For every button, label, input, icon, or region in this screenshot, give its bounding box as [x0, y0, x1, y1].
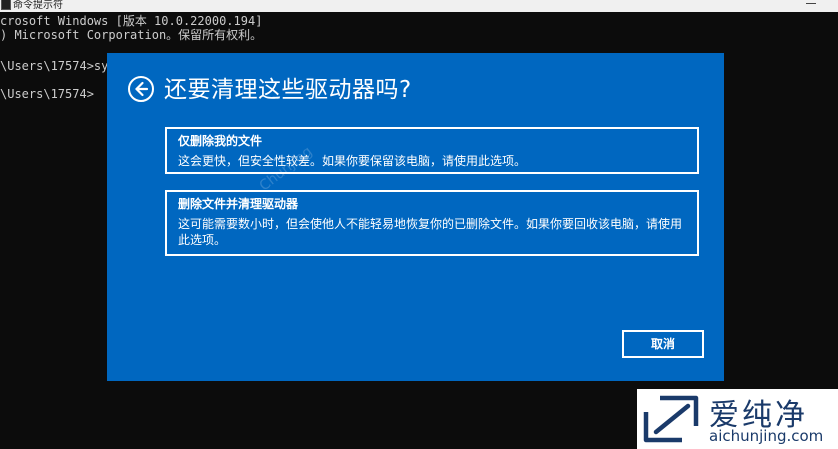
option-description: 这会更快，但安全性较差。如果你要保留该电脑，请使用此选项。: [178, 154, 527, 168]
option-title: 仅删除我的文件: [178, 134, 263, 148]
cancel-button[interactable]: 取消: [622, 330, 704, 358]
console-line-version: crosoft Windows [版本 10.0.22000.194]: [0, 14, 263, 28]
back-arrow-icon: [128, 76, 154, 102]
option-remove-and-clean-drive[interactable]: 删除文件并清理驱动器 这可能需要数小时，但会使他人不能轻易地恢复你的已删除文件。…: [165, 190, 699, 256]
console-line-copyright: ) Microsoft Corporation。保留所有权利。: [0, 28, 263, 42]
back-button[interactable]: [127, 75, 155, 103]
console-titlebar: 命令提示符: [0, 0, 838, 12]
option-title: 删除文件并清理驱动器: [178, 197, 299, 211]
reset-dialog: 还要清理这些驱动器吗? ChunJing 仅删除我的文件 这会更快，但安全性较差…: [107, 53, 724, 381]
option-remove-files-only[interactable]: 仅删除我的文件 这会更快，但安全性较差。如果你要保留该电脑，请使用此选项。: [165, 127, 699, 174]
console-line-command: \Users\17574>sy: [0, 59, 109, 73]
logo-url: aichunjing.com: [709, 427, 824, 445]
console-window-title: 命令提示符: [13, 0, 63, 11]
minimize-button[interactable]: [806, 3, 816, 4]
logo-mark-icon: [643, 395, 699, 443]
site-logo: 爱纯净 aichunjing.com: [637, 389, 838, 449]
console-app-icon: [1, 0, 11, 10]
dialog-title: 还要清理这些驱动器吗?: [164, 77, 412, 103]
option-description: 这可能需要数小时，但会使他人不能轻易地恢复你的已删除文件。如果你要回收该电脑，请…: [178, 217, 683, 247]
console-line-prompt: \Users\17574>: [0, 87, 94, 101]
